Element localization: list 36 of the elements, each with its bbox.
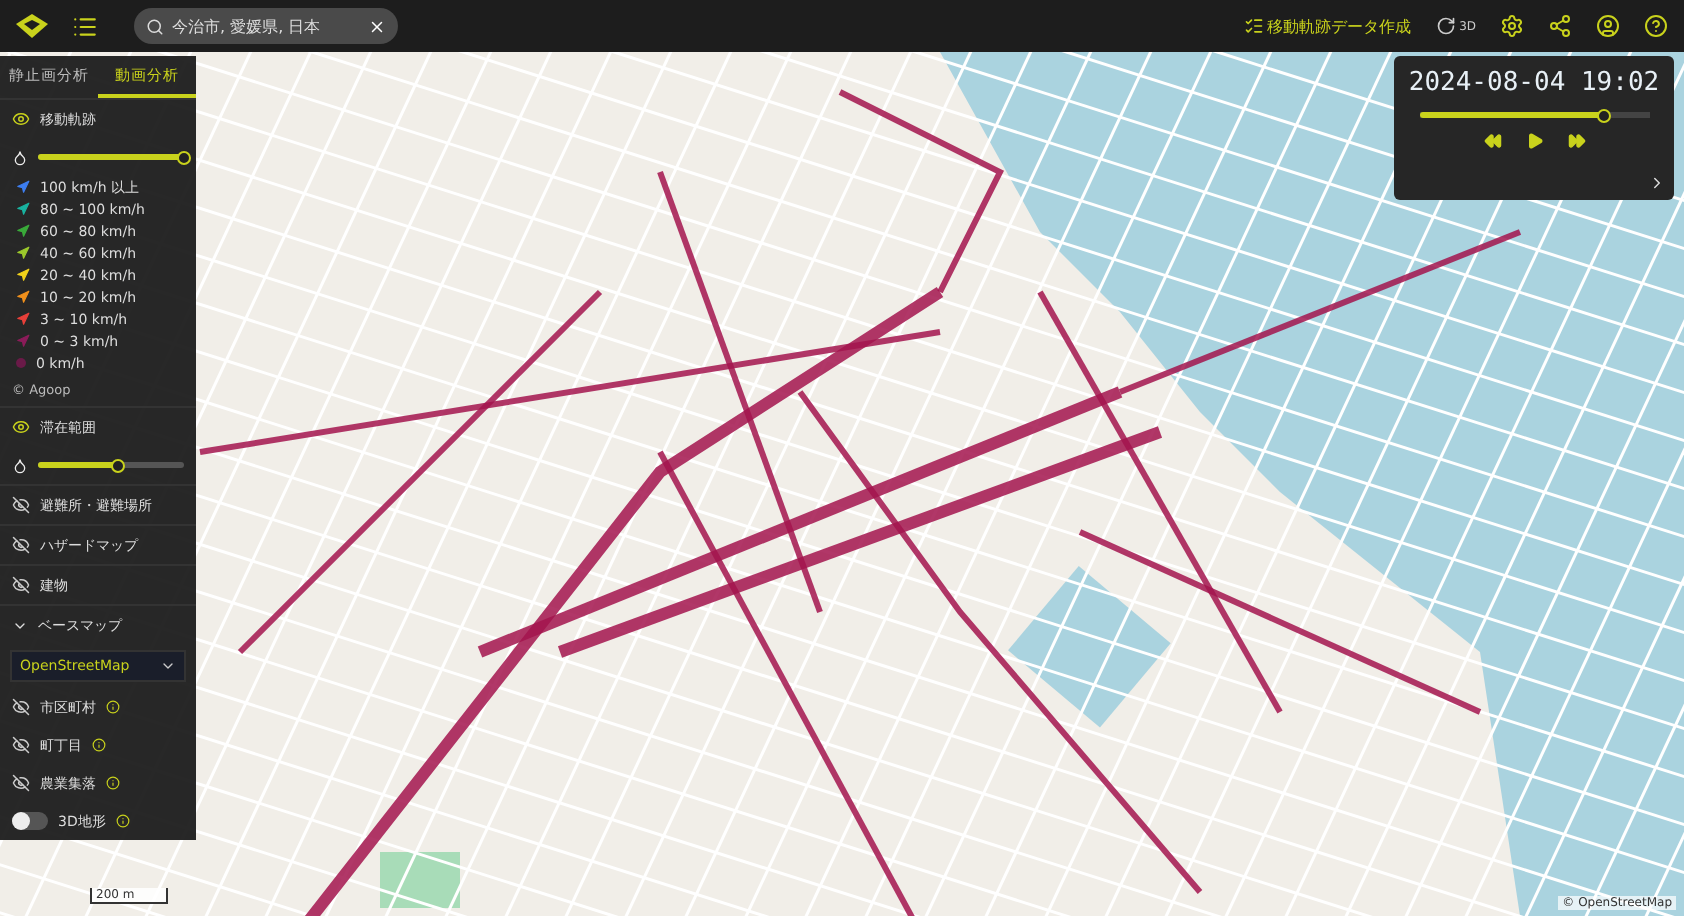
account-button[interactable] [1596, 14, 1620, 38]
time-slider[interactable] [1419, 112, 1649, 118]
menu-button[interactable] [72, 13, 98, 39]
opacity-icon [12, 457, 28, 473]
help-button[interactable] [1644, 14, 1668, 38]
opacity-slider[interactable] [38, 462, 184, 468]
create-data-button[interactable]: 移動軌跡データ作成 [1243, 15, 1412, 37]
logo-icon [16, 14, 48, 38]
eye-icon[interactable] [12, 418, 30, 436]
datetime-text: 2024-08-04 19:02 [1408, 68, 1660, 98]
list-check-icon [1243, 16, 1264, 36]
eye-icon[interactable] [12, 110, 30, 128]
clear-icon[interactable] [368, 17, 386, 35]
rewind-button[interactable] [1483, 132, 1501, 150]
play-button[interactable] [1525, 132, 1543, 150]
share-button[interactable] [1548, 14, 1572, 38]
search-field[interactable]: 今治市, 愛媛県, 日本 [134, 8, 398, 44]
info-icon[interactable] [106, 776, 120, 790]
opacity-icon [12, 149, 28, 165]
info-icon[interactable] [106, 700, 120, 714]
rotate-icon [1435, 16, 1456, 36]
eye-off-icon[interactable] [12, 496, 30, 514]
expand-button[interactable] [1648, 174, 1666, 192]
caret-icon [160, 658, 176, 674]
eye-off-icon[interactable] [12, 774, 30, 792]
settings-button[interactable] [1500, 14, 1524, 38]
eye-off-icon[interactable] [12, 576, 30, 594]
eye-off-icon[interactable] [12, 736, 30, 754]
eye-off-icon[interactable] [12, 536, 30, 554]
toggle-switch[interactable] [12, 812, 48, 830]
search-input[interactable]: 今治市, 愛媛県, 日本 [172, 17, 360, 35]
eye-off-icon[interactable] [12, 698, 30, 716]
search-icon [146, 17, 164, 35]
info-icon[interactable] [92, 738, 106, 752]
fast-forward-button[interactable] [1567, 132, 1585, 150]
info-icon[interactable] [115, 814, 130, 828]
